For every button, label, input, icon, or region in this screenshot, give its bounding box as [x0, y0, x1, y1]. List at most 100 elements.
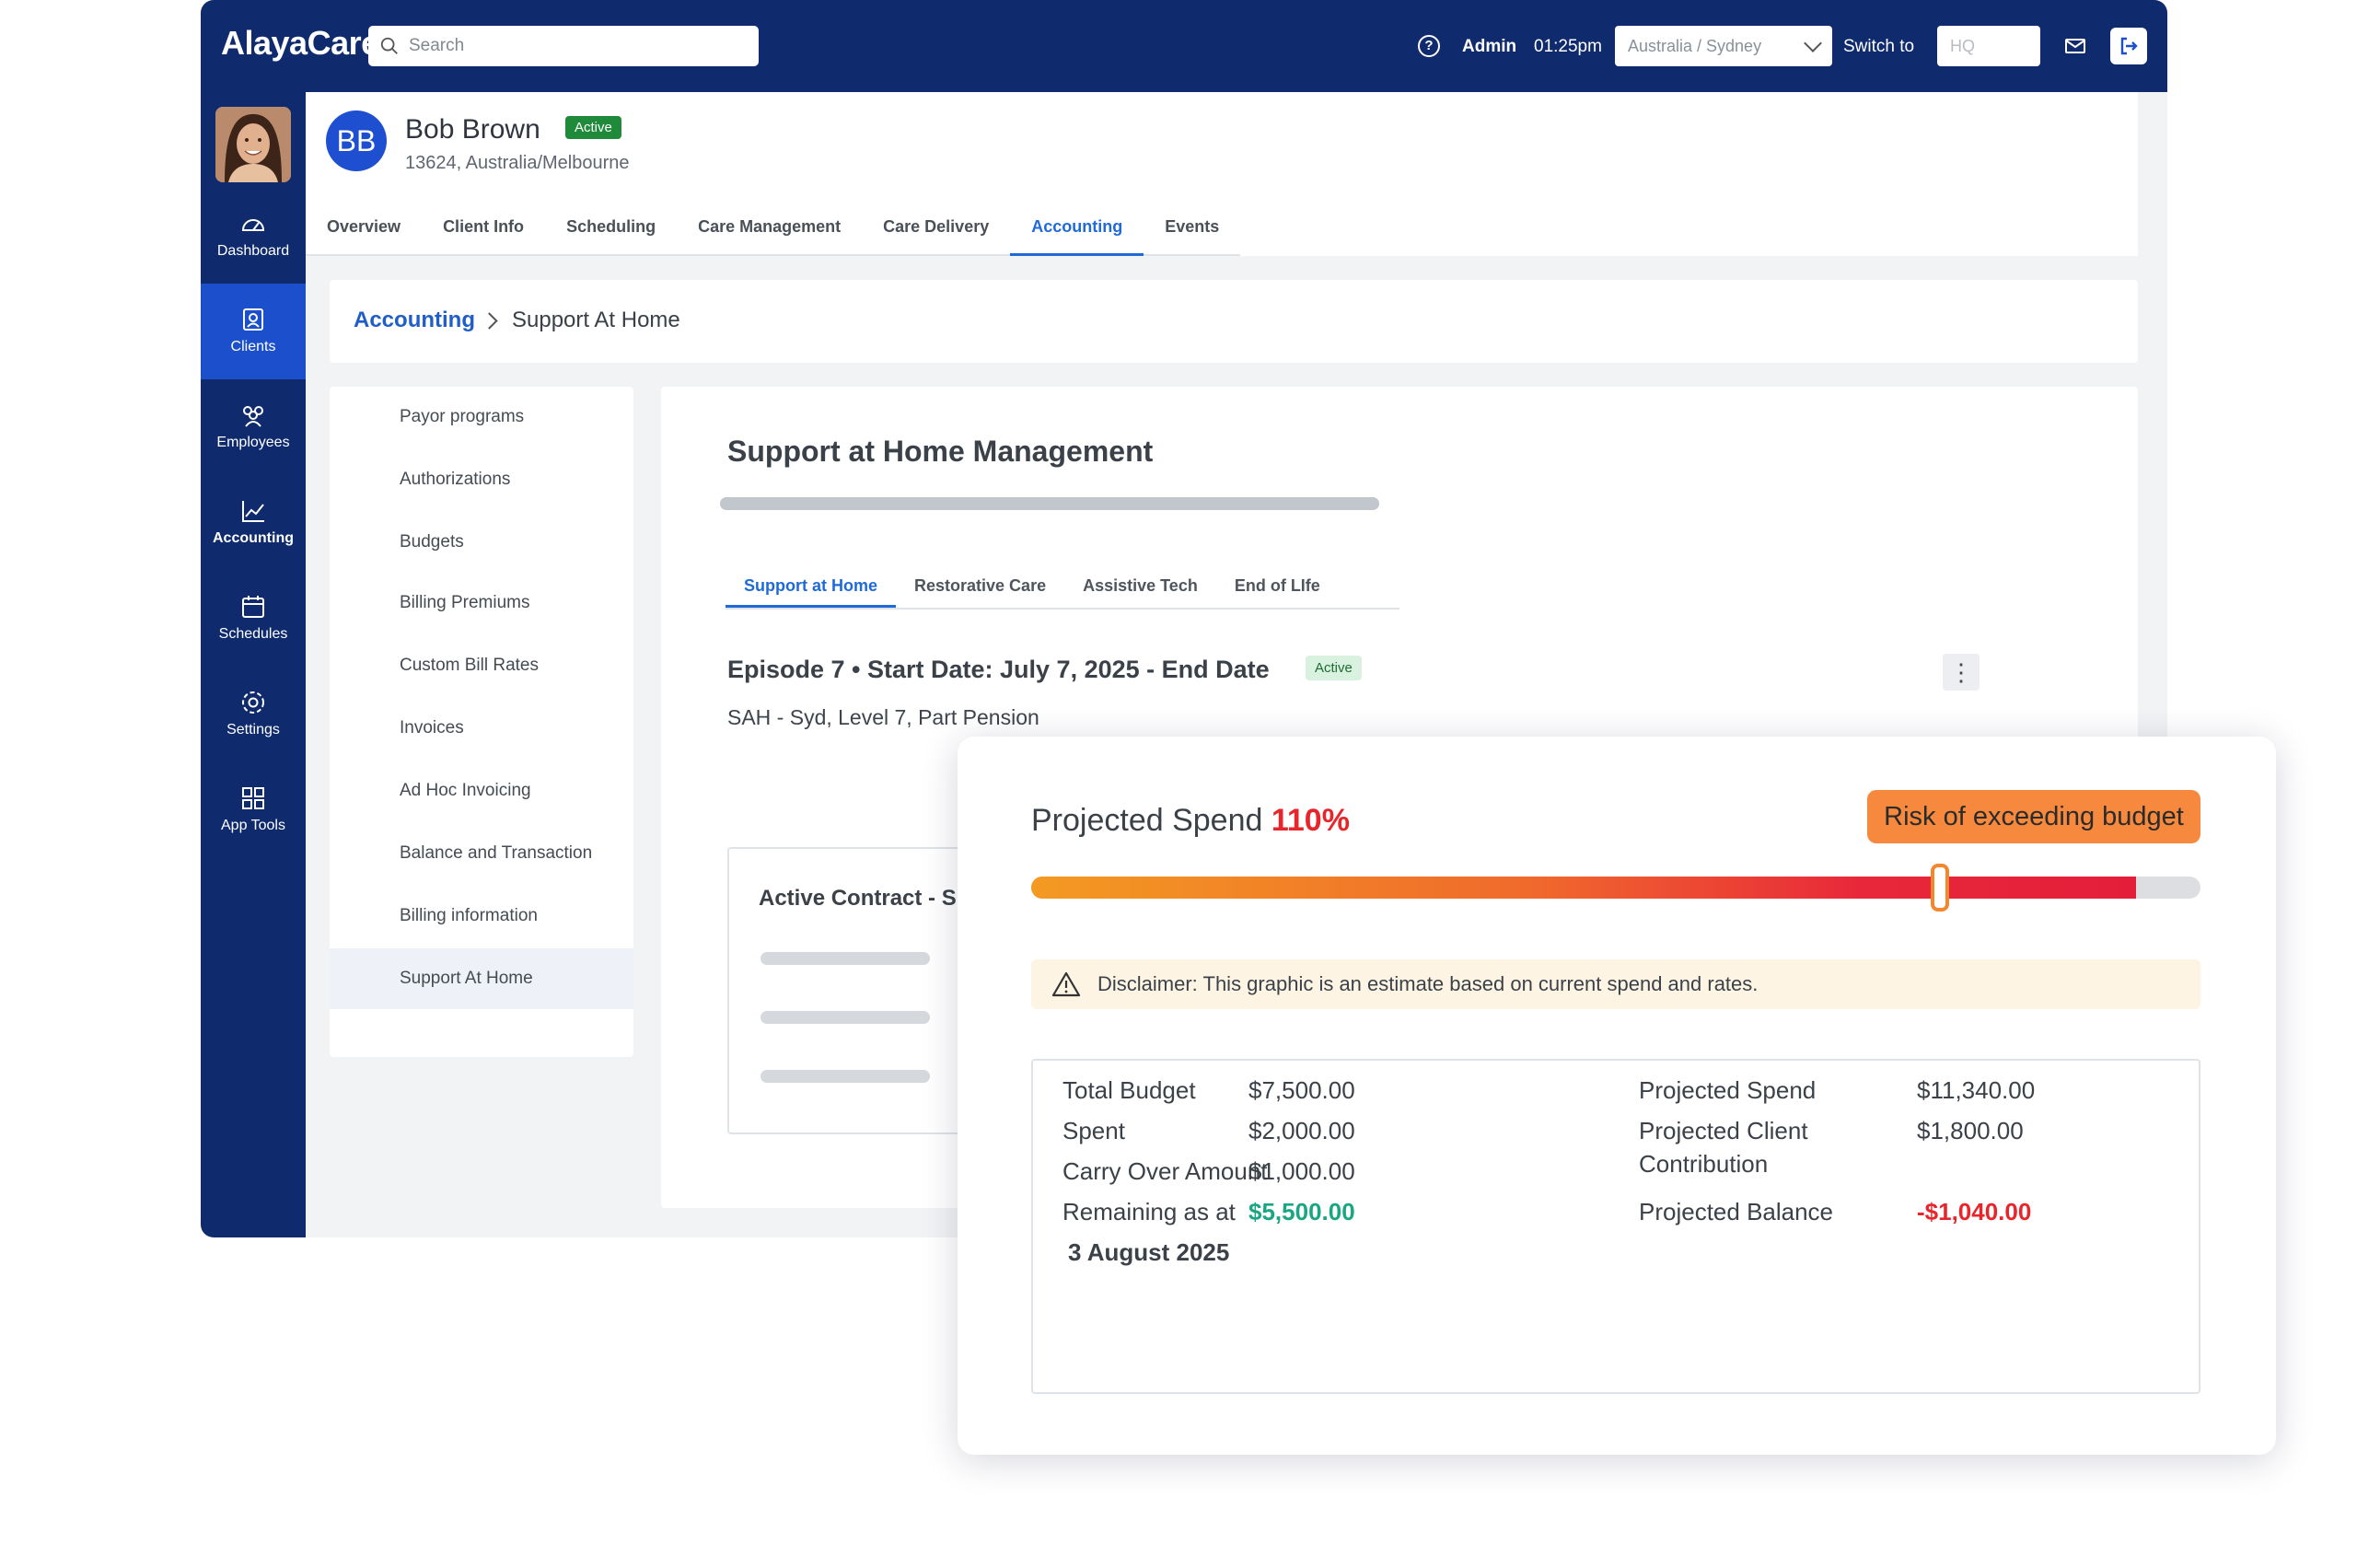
avatar-photo [215, 107, 291, 182]
tab-care-management[interactable]: Care Management [677, 208, 862, 256]
help-icon[interactable]: ? [1418, 35, 1440, 57]
projected-spend-panel: Projected Spend 110% Risk of exceeding b… [958, 737, 2276, 1455]
top-bar: AlayaCare ? Admin 01:25pm Australia / Sy… [201, 0, 2167, 92]
calendar-icon [242, 596, 264, 618]
breadcrumb-parent[interactable]: Accounting [354, 308, 475, 333]
contract-title: Active Contract - S [759, 886, 957, 911]
projected-contribution-value: $1,800.00 [1917, 1117, 2024, 1144]
dashboard-icon [241, 219, 265, 231]
client-name: Bob Brown [405, 114, 540, 145]
projected-spend-row-label: Projected Spend [1639, 1076, 1817, 1104]
placeholder-bar [761, 1070, 930, 1083]
accounting-menu: Payor programs Authorizations Budgets Bi… [330, 387, 633, 1057]
carry-over-value: $1,000.00 [1248, 1157, 1355, 1185]
menu-support-at-home[interactable]: Support At Home [330, 948, 633, 1009]
projected-spend-percent: 110% [1271, 803, 1350, 838]
subtab-end-of-life[interactable]: End of LIfe [1216, 563, 1339, 608]
timezone-select[interactable]: Australia / Sydney [1615, 26, 1832, 66]
menu-payor-programs[interactable]: Payor programs [330, 387, 633, 447]
nav-settings[interactable]: Settings [201, 667, 306, 762]
menu-budgets[interactable]: Budgets [330, 512, 633, 573]
user-name[interactable]: Admin [1462, 37, 1516, 57]
episode-status-badge: Active [1306, 656, 1362, 680]
disclaimer-text: Disclaimer: This graphic is an estimate … [1097, 972, 1759, 995]
logout-button[interactable] [2110, 28, 2147, 64]
remaining-date: 3 August 2025 [1068, 1238, 1230, 1266]
switch-label: Switch to [1843, 37, 1915, 56]
projected-spend-heading: Projected Spend 110% [1031, 803, 1350, 839]
menu-custom-bill-rates[interactable]: Custom Bill Rates [330, 635, 633, 696]
budget-summary: Total Budget $7,500.00 Spent $2,000.00 C… [1031, 1059, 2200, 1394]
placeholder-bar [1184, 497, 1379, 510]
subtab-restorative-care[interactable]: Restorative Care [896, 563, 1064, 608]
menu-ad-hoc-invoicing[interactable]: Ad Hoc Invoicing [330, 761, 633, 821]
logout-icon [2120, 37, 2138, 55]
projected-contribution-label: Projected Client [1639, 1117, 1808, 1144]
menu-billing-premiums[interactable]: Billing Premiums [330, 573, 633, 633]
page-title: Support at Home Management [727, 435, 1154, 468]
chevron-down-icon [1804, 34, 1822, 52]
employees-icon [243, 406, 263, 427]
search-box[interactable] [368, 26, 759, 66]
subtab-support-at-home[interactable]: Support at Home [726, 563, 897, 608]
placeholder-bar [761, 952, 930, 965]
projected-spend-label: Projected Spend [1031, 803, 1263, 838]
sah-details: SAH - Syd, Level 7, Part Pension [727, 705, 1039, 729]
placeholder-bar [761, 1011, 930, 1024]
search-icon [380, 37, 398, 54]
grid-icon [242, 787, 264, 809]
spend-progress-track [1031, 877, 2200, 899]
client-header: BB Bob Brown Active 13624, Australia/Mel… [306, 92, 2138, 256]
client-subtitle: 13624, Australia/Melbourne [405, 153, 630, 173]
search-input[interactable] [409, 36, 740, 56]
gear-icon [242, 691, 264, 714]
tab-care-delivery[interactable]: Care Delivery [862, 208, 1010, 256]
projected-spend-value: $11,340.00 [1917, 1076, 2036, 1104]
chevron-right-icon [481, 312, 498, 330]
avatar[interactable] [215, 107, 291, 182]
menu-billing-information[interactable]: Billing information [330, 886, 633, 947]
nav-dashboard[interactable]: Dashboard [201, 188, 306, 284]
disclaimer-banner: Disclaimer: This graphic is an estimate … [1031, 959, 2200, 1009]
total-budget-label: Total Budget [1062, 1076, 1196, 1104]
menu-balance-transaction[interactable]: Balance and Transaction [330, 823, 633, 884]
total-budget-value: $7,500.00 [1248, 1076, 1355, 1104]
risk-badge: Risk of exceeding budget [1867, 790, 2200, 843]
nav-clients[interactable]: Clients [201, 284, 306, 379]
subtab-assistive-tech[interactable]: Assistive Tech [1064, 563, 1216, 608]
nav-accounting[interactable]: Accounting [201, 475, 306, 571]
spent-value: $2,000.00 [1248, 1117, 1355, 1144]
tab-overview[interactable]: Overview [306, 208, 422, 256]
mail-icon[interactable] [2064, 35, 2086, 57]
nav-app-tools[interactable]: App Tools [201, 762, 306, 858]
current-time: 01:25pm [1534, 37, 1602, 56]
status-badge: Active [565, 116, 621, 139]
breadcrumb-current: Support At Home [512, 308, 680, 332]
menu-authorizations[interactable]: Authorizations [330, 449, 633, 510]
clients-icon [243, 308, 263, 331]
nav-schedules[interactable]: Schedules [201, 571, 306, 667]
side-nav: Dashboard Clients Employees Accounting S… [201, 92, 306, 1237]
projected-balance-value: -$1,040.00 [1917, 1198, 2032, 1225]
tab-scheduling[interactable]: Scheduling [545, 208, 677, 256]
nav-employees[interactable]: Employees [201, 379, 306, 475]
client-initials: BB [326, 110, 387, 171]
client-tabs: Overview Client Info Scheduling Care Man… [306, 208, 1241, 256]
spend-progress-fill [1031, 877, 2137, 899]
projected-contribution-label-2: Contribution [1639, 1150, 1769, 1178]
projected-balance-label: Projected Balance [1639, 1198, 1834, 1225]
program-tabs: Support at Home Restorative Care Assisti… [726, 563, 1399, 610]
tab-accounting[interactable]: Accounting [1010, 208, 1144, 256]
carry-over-label: Carry Over Amount [1062, 1157, 1268, 1185]
spent-label: Spent [1062, 1117, 1125, 1144]
breadcrumb: Accounting Support At Home [330, 280, 2138, 363]
menu-invoices[interactable]: Invoices [330, 698, 633, 759]
tab-events[interactable]: Events [1144, 208, 1240, 256]
switch-input[interactable]: HQ [1937, 26, 2040, 66]
tab-client-info[interactable]: Client Info [422, 208, 545, 256]
timezone-value: Australia / Sydney [1628, 37, 1762, 55]
episode-title: Episode 7 • Start Date: July 7, 2025 - E… [727, 656, 1270, 683]
budget-marker [1930, 864, 1949, 912]
remaining-label: Remaining as at [1062, 1198, 1236, 1225]
more-options-button[interactable]: ⋮ [1943, 654, 1980, 691]
